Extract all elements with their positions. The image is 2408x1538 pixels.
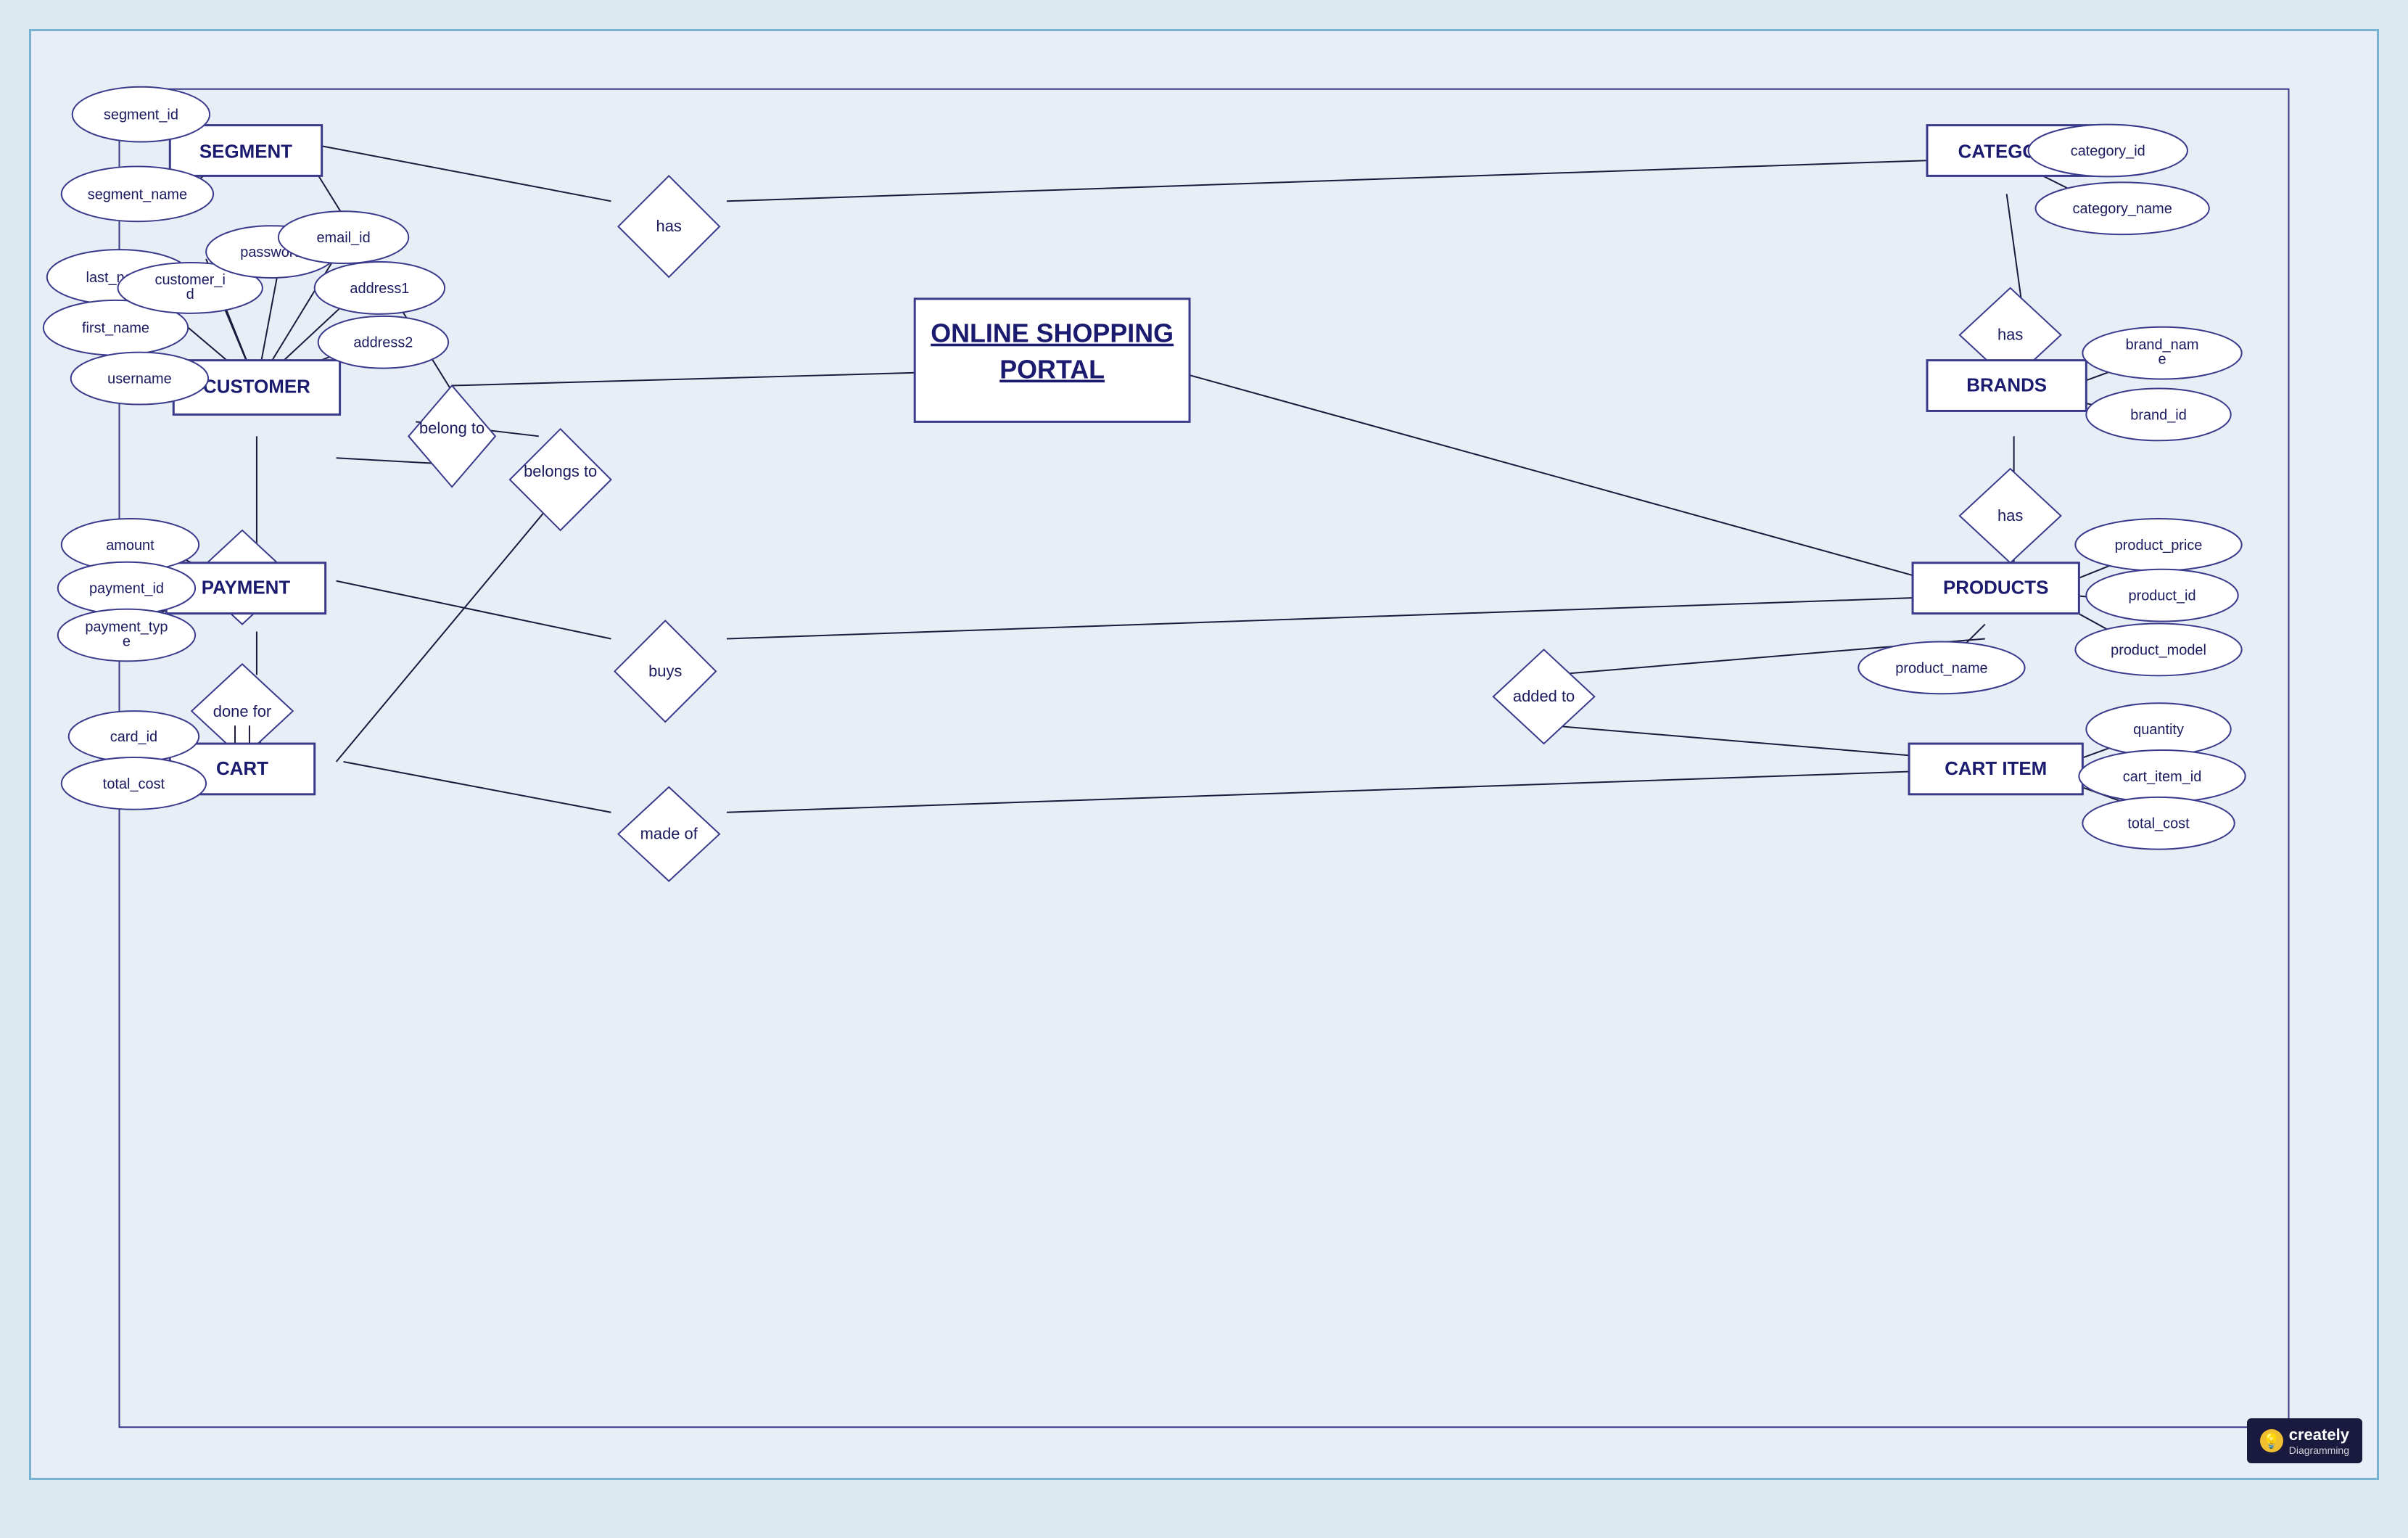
products-label: PRODUCTS (1943, 578, 2048, 599)
svg-text:customer_i: customer_i (154, 272, 225, 288)
svg-text:product_name: product_name (1895, 660, 1987, 676)
svg-text:brand_id: brand_id (2130, 407, 2187, 423)
svg-text:total_cost: total_cost (103, 776, 165, 792)
svg-text:segment_name: segment_name (88, 186, 187, 202)
svg-text:card_id: card_id (110, 729, 157, 745)
svg-text:category_id: category_id (2071, 143, 2145, 159)
svg-text:e: e (123, 633, 131, 649)
svg-text:segment_id: segment_id (104, 107, 178, 123)
cart-item-label: CART ITEM (1945, 759, 2047, 779)
svg-text:category_name: category_name (2073, 201, 2172, 217)
svg-text:made of: made of (640, 825, 698, 843)
central-label2: PORTAL (999, 355, 1105, 384)
svg-text:product_price: product_price (2115, 538, 2203, 554)
svg-text:cart_item_id: cart_item_id (2123, 769, 2202, 785)
svg-text:has: has (656, 217, 682, 235)
creately-logo-icon: 💡 (2260, 1429, 2283, 1452)
cart-label: CART (216, 759, 268, 779)
svg-text:address1: address1 (350, 281, 409, 297)
svg-text:has: has (1997, 506, 2023, 525)
svg-text:total_cost: total_cost (2127, 816, 2190, 832)
svg-text:d: d (186, 287, 194, 303)
svg-text:email_id: email_id (316, 230, 370, 246)
diagram-canvas: SEGMENT segment_id segment_name belong t… (29, 29, 2379, 1480)
customer-label: CUSTOMER (203, 377, 310, 398)
creately-brand: creately Diagramming (2289, 1426, 2349, 1456)
brands-label: BRANDS (1966, 376, 2047, 396)
creately-badge: 💡 creately Diagramming (2247, 1418, 2362, 1463)
svg-text:product_id: product_id (2129, 588, 2196, 604)
svg-text:payment_id: payment_id (89, 581, 164, 597)
svg-text:belongs to: belongs to (524, 462, 597, 480)
svg-text:product_model: product_model (2111, 642, 2206, 658)
svg-text:e: e (2158, 352, 2166, 368)
svg-text:belong to: belong to (419, 419, 485, 437)
svg-text:username: username (107, 371, 172, 387)
svg-text:quantity: quantity (2133, 722, 2184, 738)
svg-text:address2: address2 (353, 335, 413, 351)
svg-text:payment_typ: payment_typ (85, 620, 168, 636)
svg-text:has: has (1997, 326, 2023, 344)
svg-text:buys: buys (648, 662, 682, 680)
svg-text:amount: amount (106, 538, 154, 554)
central-label: ONLINE SHOPPING (931, 319, 1174, 348)
svg-text:done for: done for (213, 702, 271, 720)
payment-label: PAYMENT (202, 578, 291, 599)
svg-text:first_name: first_name (82, 321, 149, 337)
svg-text:added to: added to (1513, 687, 1575, 705)
segment-label: SEGMENT (199, 141, 292, 162)
svg-text:brand_nam: brand_nam (2126, 337, 2199, 353)
